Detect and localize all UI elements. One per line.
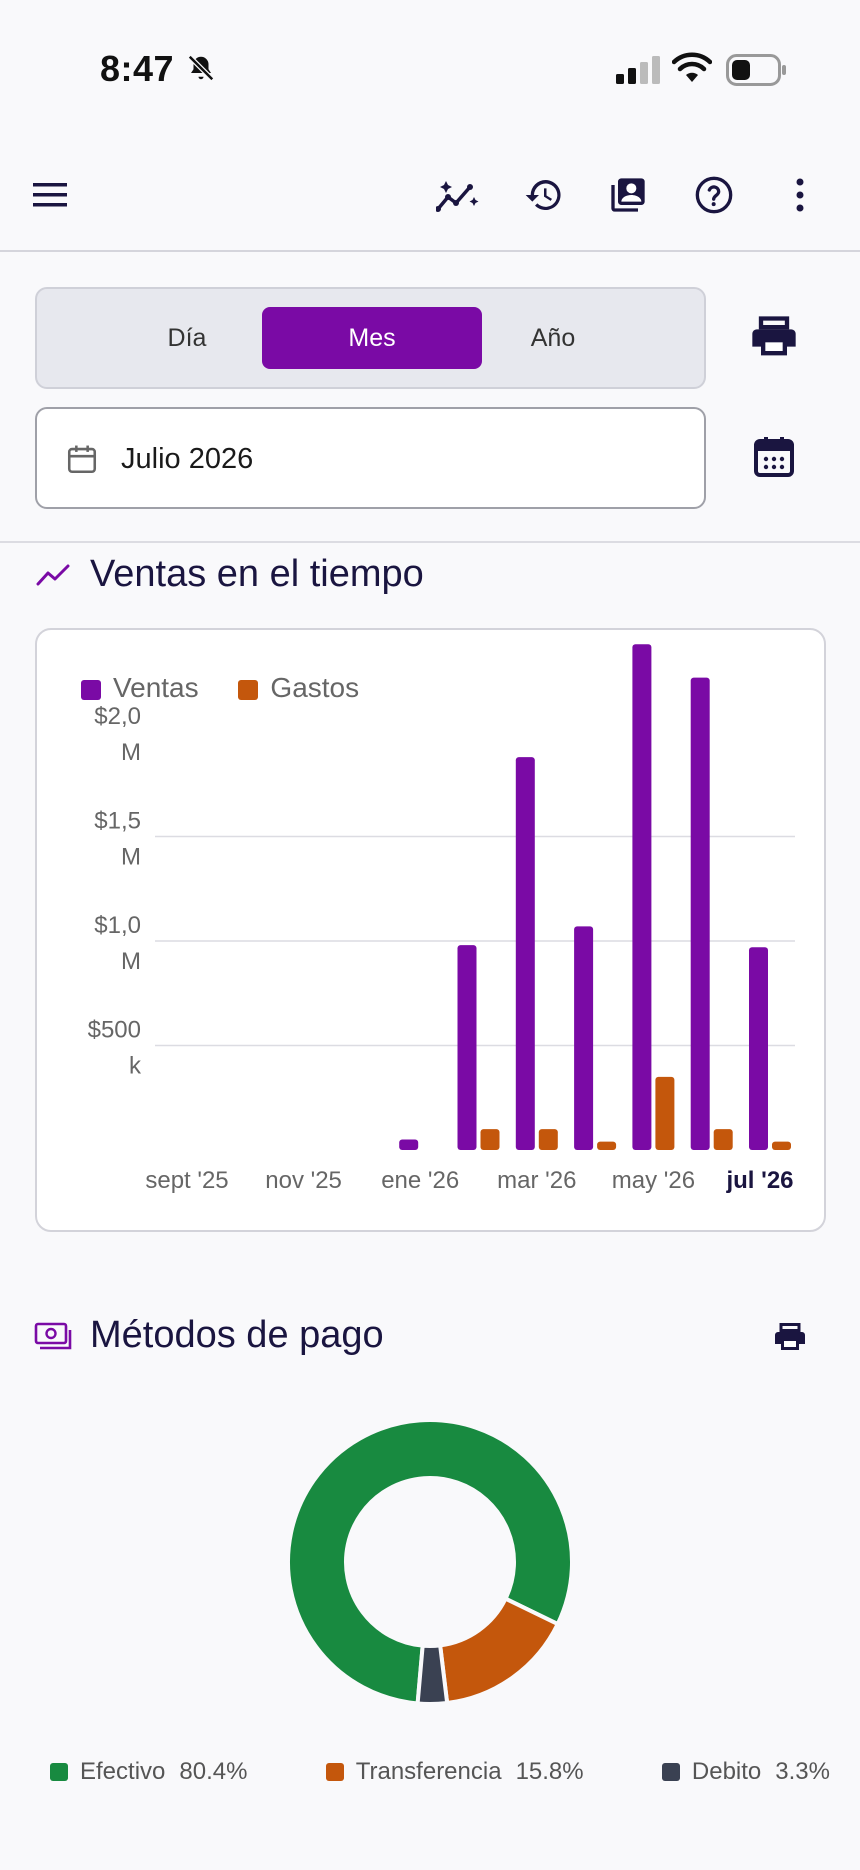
slice-transferencia[interactable] <box>437 1596 561 1706</box>
contacts-icon[interactable] <box>603 170 653 220</box>
period-selector: Día Mes Año <box>35 287 706 389</box>
battery-icon <box>726 54 786 86</box>
bar-ventas[interactable] <box>749 947 768 1150</box>
legend-swatch-efectivo <box>50 1763 68 1781</box>
cash-icon <box>34 1322 72 1350</box>
menu-icon[interactable] <box>26 170 76 220</box>
payment-methods-donut <box>286 1418 574 1706</box>
tab-ano[interactable]: Año <box>443 307 663 369</box>
x-tick-label: nov '25 <box>265 1167 342 1194</box>
y-tick-label-unit: k <box>129 1053 142 1080</box>
bar-gastos[interactable] <box>538 1129 558 1150</box>
cell-signal-icon <box>616 56 660 84</box>
y-tick-label-unit: M <box>121 739 141 766</box>
legend-swatch-debito <box>661 1763 680 1781</box>
sales-bar-chart: $2,0 M $1,5 M $1,0 M $500 k sept '25 nov '25 ene '… <box>88 644 795 1194</box>
bar-ventas[interactable] <box>457 945 477 1150</box>
x-tick-label: jul '26 <box>725 1167 793 1194</box>
legend-swatch-transferencia <box>325 1763 344 1781</box>
status-time: 8:47 <box>100 48 175 89</box>
sales-chart-card: Ventas Gastos $2,0 M $1,5 M $1,0 M $500 k sept '… <box>35 628 826 1232</box>
y-tick-label: $1,0 <box>94 912 141 939</box>
bar-ventas[interactable] <box>515 757 535 1150</box>
x-tick-label: may '26 <box>612 1167 695 1194</box>
x-tick-label: mar '26 <box>497 1167 576 1194</box>
legend-label-transferencia: Transferencia <box>355 1758 502 1785</box>
bar-gastos[interactable] <box>713 1129 733 1150</box>
bar-gastos[interactable] <box>772 1141 791 1150</box>
legend-item-debito[interactable]: Debito 3.3% <box>661 1758 830 1786</box>
legend-value-transferencia: 15.8% <box>515 1758 584 1785</box>
help-icon[interactable] <box>689 170 739 220</box>
legend-label-efectivo: Efectivo <box>80 1758 166 1785</box>
more-vert-icon[interactable] <box>775 170 825 220</box>
y-tick-label-unit: M <box>121 844 141 871</box>
bar-gastos[interactable] <box>655 1076 675 1150</box>
bar-ventas[interactable] <box>399 1139 419 1150</box>
app-toolbar <box>0 140 860 252</box>
bar-gastos[interactable] <box>597 1141 617 1150</box>
x-tick-label: sept '25 <box>145 1167 228 1194</box>
wifi-icon <box>672 52 712 82</box>
legend-value-efectivo: 80.4% <box>179 1758 248 1785</box>
history-icon[interactable] <box>519 170 569 220</box>
legend-item-transferencia[interactable]: Transferencia 15.8% <box>325 1758 584 1786</box>
bar-ventas[interactable] <box>574 926 594 1150</box>
legend-value-debito: 3.3% <box>775 1758 830 1785</box>
sales-section-title: Ventas en el tiempo <box>90 553 424 595</box>
y-tick-label: $2,0 <box>94 703 141 730</box>
bar-ventas[interactable] <box>690 677 710 1150</box>
print-button[interactable] <box>748 312 800 369</box>
bar-gastos[interactable] <box>480 1129 500 1150</box>
legend-item-efectivo[interactable]: Efectivo 80.4% <box>50 1758 247 1786</box>
status-bar: 8:47 <box>0 0 860 140</box>
payments-section-title: Métodos de pago <box>90 1314 384 1356</box>
sparkline-icon[interactable] <box>433 170 483 220</box>
y-tick-label: $1,5 <box>94 808 141 835</box>
x-tick-label: ene '26 <box>381 1167 459 1194</box>
calendar-icon <box>754 437 794 477</box>
divider <box>0 541 860 543</box>
y-tick-label: $500 <box>88 1017 141 1044</box>
bar-ventas[interactable] <box>632 644 652 1150</box>
calendar-icon <box>67 445 97 474</box>
date-field[interactable]: Julio 2026 <box>35 407 706 509</box>
print-icon <box>775 1323 805 1350</box>
print-payments-button[interactable] <box>772 1320 808 1361</box>
donut-legend: Efectivo 80.4% Transferencia 15.8% Debit… <box>50 1758 830 1786</box>
legend-label-debito: Debito <box>691 1758 762 1785</box>
print-icon <box>752 316 796 356</box>
slice-debito[interactable] <box>415 1643 450 1706</box>
trending-icon <box>36 564 70 586</box>
calendar-button[interactable] <box>750 432 798 487</box>
y-tick-label-unit: M <box>121 948 141 975</box>
bell-off-icon <box>187 54 215 82</box>
date-value: Julio 2026 <box>121 443 254 475</box>
